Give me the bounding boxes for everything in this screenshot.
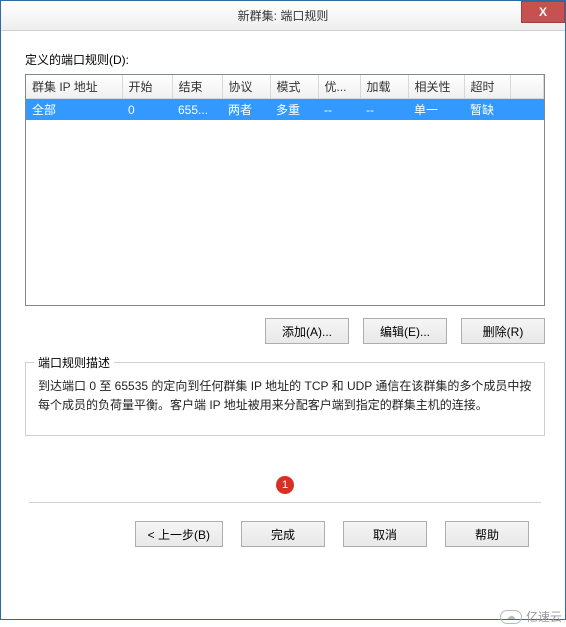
cell-start: 0	[122, 99, 172, 121]
cell-timeout: 暂缺	[464, 99, 510, 121]
col-timeout[interactable]: 超时	[464, 75, 510, 99]
table-row[interactable]: 全部 0 655... 两者 多重 -- -- 单一 暂缺	[26, 99, 544, 121]
finish-button[interactable]: 完成	[241, 521, 325, 547]
dialog-window: 新群集: 端口规则 X 定义的端口规则(D): 群集 IP 地址 开始 结束 协…	[0, 0, 566, 620]
cell-priority: --	[318, 99, 360, 121]
col-spacer	[510, 75, 544, 99]
title-bar: 新群集: 端口规则 X	[1, 1, 565, 31]
col-priority[interactable]: 优...	[318, 75, 360, 99]
dialog-content: 定义的端口规则(D): 群集 IP 地址 开始 结束 协议 模式 优... 加载…	[1, 31, 565, 619]
remove-button[interactable]: 删除(R)	[461, 318, 545, 344]
groupbox-title: 端口规则描述	[34, 354, 114, 371]
back-button[interactable]: < 上一步(B)	[135, 521, 223, 547]
cloud-icon: ☁	[500, 610, 522, 624]
col-start[interactable]: 开始	[122, 75, 172, 99]
description-text: 到达端口 0 至 65535 的定向到任何群集 IP 地址的 TCP 和 UDP…	[38, 377, 532, 415]
watermark: ☁ 亿速云	[500, 608, 562, 625]
cell-cluster-ip: 全部	[26, 99, 122, 121]
rule-buttons-row: 添加(A)... 编辑(E)... 删除(R)	[25, 318, 545, 344]
col-mode[interactable]: 模式	[270, 75, 318, 99]
close-icon: X	[539, 5, 547, 19]
cell-spacer	[510, 99, 544, 121]
cell-load: --	[360, 99, 408, 121]
col-protocol[interactable]: 协议	[222, 75, 270, 99]
step-annotation: 1	[25, 476, 545, 494]
col-affinity[interactable]: 相关性	[408, 75, 464, 99]
cancel-button[interactable]: 取消	[343, 521, 427, 547]
wizard-footer: < 上一步(B) 完成 取消 帮助	[25, 503, 545, 563]
add-button[interactable]: 添加(A)...	[265, 318, 349, 344]
edit-button[interactable]: 编辑(E)...	[363, 318, 447, 344]
cell-affinity: 单一	[408, 99, 464, 121]
watermark-text: 亿速云	[526, 608, 562, 625]
col-cluster-ip[interactable]: 群集 IP 地址	[26, 75, 122, 99]
defined-rules-label: 定义的端口规则(D):	[25, 51, 545, 68]
close-button[interactable]: X	[521, 1, 565, 23]
col-end[interactable]: 结束	[172, 75, 222, 99]
window-title: 新群集: 端口规则	[1, 7, 565, 24]
table-header-row: 群集 IP 地址 开始 结束 协议 模式 优... 加载 相关性 超时	[26, 75, 544, 99]
description-groupbox: 端口规则描述 到达端口 0 至 65535 的定向到任何群集 IP 地址的 TC…	[25, 362, 545, 436]
port-rules-table-container: 群集 IP 地址 开始 结束 协议 模式 优... 加载 相关性 超时 全部	[25, 74, 545, 306]
cell-end: 655...	[172, 99, 222, 121]
cell-mode: 多重	[270, 99, 318, 121]
port-rules-table[interactable]: 群集 IP 地址 开始 结束 协议 模式 优... 加载 相关性 超时 全部	[26, 75, 544, 120]
cell-protocol: 两者	[222, 99, 270, 121]
step-badge: 1	[276, 476, 294, 494]
col-load[interactable]: 加载	[360, 75, 408, 99]
help-button[interactable]: 帮助	[445, 521, 529, 547]
